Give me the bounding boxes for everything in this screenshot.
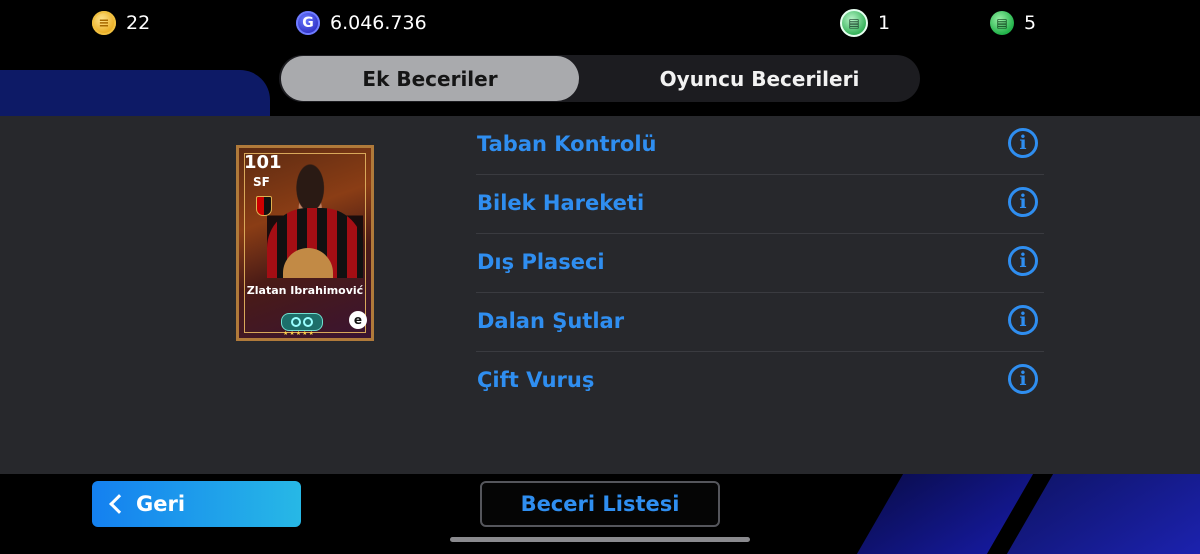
ticket-b-value: 5: [1024, 12, 1037, 34]
list-item[interactable]: Dış Plaseci i: [476, 234, 1044, 293]
player-name: Zlatan Ibrahimović: [246, 284, 364, 297]
ticket-b-display: ▤ 5: [990, 10, 1036, 36]
list-item[interactable]: Bilek Hareketi i: [476, 175, 1044, 234]
club-crest-icon: [256, 196, 272, 216]
skill-name: Dış Plaseci: [477, 250, 605, 274]
ticket-a-value: 1: [878, 12, 891, 34]
info-icon[interactable]: i: [1008, 246, 1038, 276]
ticket-a-display: ▤ 1: [840, 9, 891, 37]
gp-icon: G: [296, 11, 320, 35]
list-item[interactable]: Taban Kontrolü i: [476, 116, 1044, 175]
skill-list-button[interactable]: Beceri Listesi: [480, 481, 720, 527]
list-item[interactable]: Çift Vuruş i: [476, 352, 1044, 410]
home-indicator[interactable]: [450, 537, 750, 542]
tab-ek-beceriler[interactable]: Ek Beceriler: [281, 56, 579, 101]
back-button[interactable]: Geri: [92, 481, 301, 527]
coin-icon: ≡: [92, 11, 116, 35]
coins-value: 22: [126, 12, 151, 34]
coins-display: ≡ 22: [92, 10, 150, 36]
gp-value: 6.046.736: [330, 12, 427, 34]
info-icon[interactable]: i: [1008, 305, 1038, 335]
skill-name: Taban Kontrolü: [477, 132, 657, 156]
decorative-shape: [856, 474, 1034, 554]
stars-icon: ★★★★★: [283, 330, 315, 337]
skill-name: Çift Vuruş: [477, 368, 595, 392]
top-bar: ≡ 22 G 6.046.736 ▤ 1 ▤ 5: [0, 0, 1200, 48]
efootball-logo-icon: e: [349, 311, 367, 329]
info-icon[interactable]: i: [1008, 187, 1038, 217]
chevron-left-icon: [109, 494, 129, 514]
gp-display: G 6.046.736: [296, 10, 427, 36]
back-button-label: Geri: [136, 492, 186, 516]
player-position: SF: [253, 175, 270, 189]
ticket-icon: ▤: [990, 11, 1014, 35]
tab-oyuncu-becerileri[interactable]: Oyuncu Becerileri: [599, 55, 920, 102]
tab-bar: Ek Beceriler Oyuncu Becerileri: [279, 55, 920, 102]
player-card[interactable]: 101 SF Zlatan Ibrahimović ★★★★★ e: [236, 145, 374, 341]
card-badge-icon: [281, 313, 323, 331]
info-icon[interactable]: i: [1008, 128, 1038, 158]
player-rating: 101: [244, 152, 282, 173]
skill-name: Dalan Şutlar: [477, 309, 625, 333]
ticket-icon: ▤: [840, 9, 868, 37]
decorative-shape: [1006, 474, 1200, 554]
list-item[interactable]: Dalan Şutlar i: [476, 293, 1044, 352]
info-icon[interactable]: i: [1008, 364, 1038, 394]
skill-name: Bilek Hareketi: [477, 191, 645, 215]
skill-list: Taban Kontrolü i Bilek Hareketi i Dış Pl…: [476, 116, 1044, 410]
